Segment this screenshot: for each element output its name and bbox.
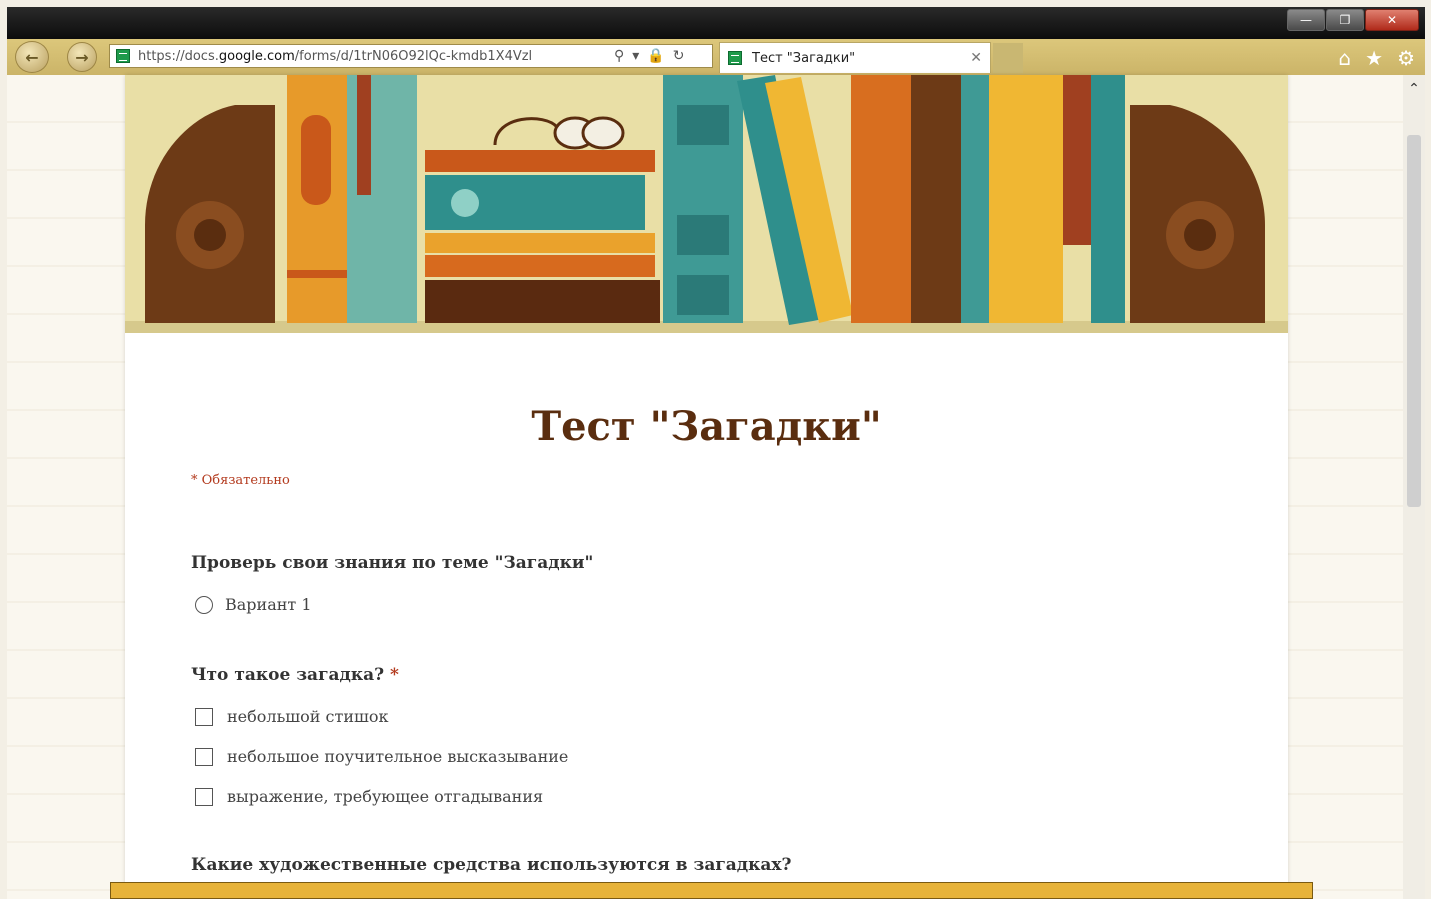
question-2-label: Что такое загадка? * [191, 665, 399, 685]
bottom-taskbar-strip [110, 882, 1313, 899]
gear-icon[interactable]: ⚙ [1397, 46, 1415, 70]
form-title: Тест "Загадки" [531, 403, 882, 450]
books-banner [125, 75, 1288, 333]
checkbox[interactable] [195, 787, 213, 806]
home-icon[interactable]: ⌂ [1338, 46, 1351, 70]
close-icon[interactable]: ✕ [970, 50, 982, 66]
scrollbar[interactable]: ⌃ [1403, 75, 1425, 899]
chevron-up-icon[interactable]: ⌃ [1405, 81, 1423, 99]
books-illustration [125, 75, 1288, 333]
restore-icon[interactable]: ❐ [1326, 9, 1364, 31]
option-label: небольшое поучительное высказывание [227, 747, 569, 766]
radio-button[interactable] [195, 595, 213, 614]
tab-forms[interactable]: Тест "Загадки" ✕ [719, 42, 991, 73]
question-3-label: Какие художественные средства используют… [191, 855, 792, 875]
forms-favicon-icon [728, 51, 742, 65]
page-viewport: Тест "Загадки" * Обязательно Проверь сво… [7, 75, 1425, 899]
option-label: Вариант 1 [225, 595, 312, 614]
q2-option-1[interactable]: небольшой стишок [195, 707, 389, 726]
q2-option-2[interactable]: небольшое поучительное высказывание [195, 747, 568, 766]
dropdown-icon[interactable]: ▾ [632, 48, 639, 64]
tab-title: Тест "Загадки" [752, 50, 856, 66]
navigation-bar: ← → https://docs.google.com/forms/d/1trN… [7, 39, 1425, 76]
checkbox[interactable] [195, 707, 213, 726]
forms-favicon-icon [116, 49, 130, 63]
form-card: Тест "Загадки" * Обязательно Проверь сво… [125, 75, 1288, 899]
browser-window: — ❐ ✕ ← → https://docs.google.com/forms/… [7, 7, 1425, 899]
minimize-icon[interactable]: — [1287, 9, 1325, 31]
question-2-text: Что такое загадка? [191, 665, 385, 685]
checkbox[interactable] [195, 747, 213, 766]
required-star: * [384, 665, 399, 685]
option-label: небольшой стишок [227, 707, 389, 726]
search-icon[interactable]: ⚲ [614, 48, 624, 64]
required-note: * Обязательно [191, 473, 290, 488]
option-label: выражение, требующее отгадывания [227, 787, 544, 806]
q2-option-3[interactable]: выражение, требующее отгадывания [195, 787, 543, 806]
question-1-label: Проверь свои знания по теме "Загадки" [191, 553, 594, 573]
address-bar[interactable]: https://docs.google.com/forms/d/1trN06O9… [109, 44, 713, 68]
scrollbar-thumb[interactable] [1407, 135, 1421, 507]
new-tab-button[interactable] [993, 43, 1023, 73]
refresh-icon[interactable]: ↻ [673, 48, 685, 64]
url-text[interactable]: https://docs.google.com/forms/d/1trN06O9… [138, 49, 608, 64]
star-icon[interactable]: ★ [1365, 46, 1383, 70]
close-window-icon[interactable]: ✕ [1365, 9, 1419, 31]
q1-option-1[interactable]: Вариант 1 [195, 595, 312, 614]
lock-icon[interactable]: 🔒 [647, 48, 664, 64]
title-bar: — ❐ ✕ [7, 7, 1425, 39]
back-icon[interactable]: ← [15, 41, 49, 73]
forward-icon[interactable]: → [67, 42, 97, 72]
